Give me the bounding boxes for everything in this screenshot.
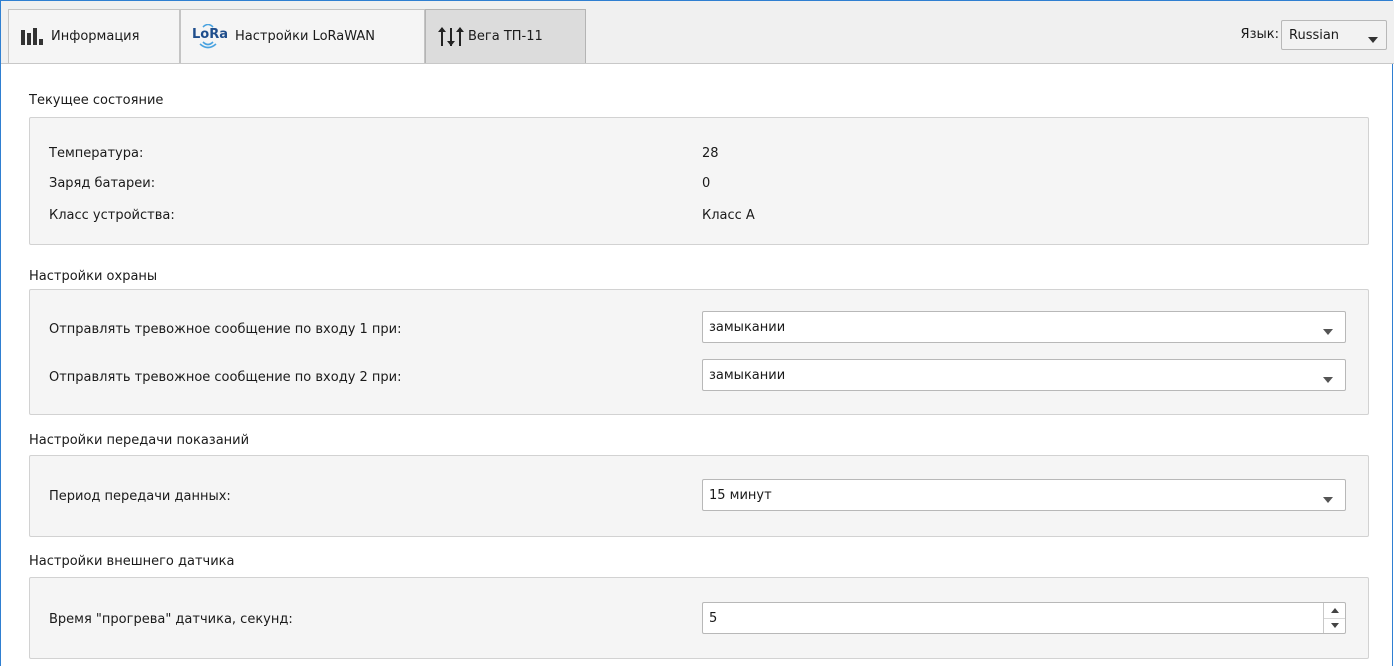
- tab-lorawan-label: Настройки LoRaWAN: [235, 29, 375, 44]
- tab-vega-tp11[interactable]: Вега ТП-11: [425, 9, 586, 63]
- current-state-title: Текущее состояние: [29, 93, 164, 108]
- security-settings-group: Отправлять тревожное сообщение по входу …: [29, 289, 1369, 415]
- chevron-down-icon: [1323, 372, 1333, 387]
- bar-chart-icon: [19, 27, 49, 47]
- temperature-label: Температура:: [49, 146, 144, 161]
- warmup-time-value: 5: [709, 610, 718, 626]
- transmission-settings-title: Настройки передачи показаний: [29, 433, 250, 448]
- device-class-label: Класс устройства:: [49, 208, 175, 223]
- transmission-period-select[interactable]: 15 минут: [702, 479, 1346, 511]
- external-sensor-title: Настройки внешнего датчика: [29, 554, 235, 569]
- app-window: Информация LoRa Настройки LoRaWAN Вега Т…: [0, 0, 1394, 666]
- tab-information-label: Информация: [51, 29, 140, 44]
- security-settings-title: Настройки охраны: [29, 269, 158, 284]
- battery-label: Заряд батареи:: [49, 176, 156, 191]
- spin-up-button[interactable]: [1324, 603, 1345, 618]
- chevron-down-icon: [1323, 492, 1333, 507]
- input1-alarm-label: Отправлять тревожное сообщение по входу …: [49, 322, 402, 337]
- input1-alarm-select[interactable]: замыкании: [702, 311, 1346, 343]
- battery-value: 0: [702, 176, 711, 191]
- chevron-down-icon: [1323, 324, 1333, 339]
- input2-alarm-label: Отправлять тревожное сообщение по входу …: [49, 370, 402, 385]
- arrow-down-icon: [1330, 623, 1339, 629]
- spin-down-button[interactable]: [1324, 617, 1345, 634]
- tab-information[interactable]: Информация: [8, 9, 180, 63]
- chevron-down-icon: [1368, 32, 1378, 47]
- temperature-value: 28: [702, 146, 719, 161]
- current-state-group: Температура: 28 Заряд батареи: 0 Класс у…: [29, 117, 1369, 245]
- tab-vega-label: Вега ТП-11: [468, 29, 543, 44]
- spin-buttons: [1323, 603, 1345, 633]
- transmission-period-label: Период передачи данных:: [49, 489, 231, 504]
- language-select[interactable]: Russian: [1281, 20, 1387, 50]
- lora-icon: LoRa: [191, 23, 233, 50]
- sliders-icon: [436, 26, 466, 48]
- language-label: Язык:: [1240, 27, 1279, 42]
- tab-lorawan-settings[interactable]: LoRa Настройки LoRaWAN: [180, 9, 425, 63]
- input2-alarm-select[interactable]: замыкании: [702, 359, 1346, 391]
- transmission-period-value: 15 минут: [709, 487, 772, 503]
- warmup-time-spinbox[interactable]: 5: [702, 602, 1346, 634]
- transmission-settings-group: Период передачи данных: 15 минут: [29, 455, 1369, 537]
- language-value: Russian: [1289, 27, 1340, 43]
- input1-alarm-value: замыкании: [709, 319, 786, 335]
- warmup-time-label: Время "прогрева" датчика, секунд:: [49, 612, 293, 627]
- device-class-value: Класс А: [702, 208, 755, 223]
- lora-logo-text: LoRa: [192, 27, 228, 42]
- arrow-up-icon: [1330, 607, 1339, 613]
- input2-alarm-value: замыкании: [709, 367, 786, 383]
- tab-bar: Информация LoRa Настройки LoRaWAN Вега Т…: [1, 1, 1394, 64]
- external-sensor-group: Время "прогрева" датчика, секунд: 5: [29, 577, 1369, 659]
